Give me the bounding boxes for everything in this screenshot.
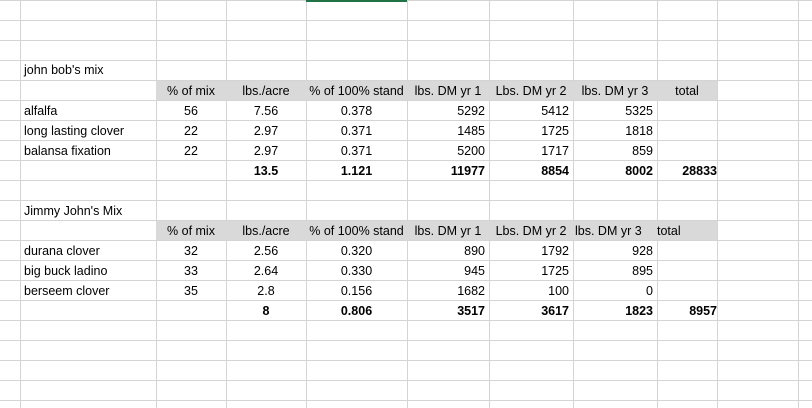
table2-row3-name[interactable]: berseem clover xyxy=(20,281,156,301)
table2-total-dm-yr3[interactable]: 1823 xyxy=(573,301,657,321)
table1-total-pct-stand[interactable]: 1.121 xyxy=(306,161,407,181)
table2-total-lbs-acre[interactable]: 8 xyxy=(226,301,306,321)
table1-row3-dm-yr1[interactable]: 5200 xyxy=(407,141,489,161)
table1-row1-name[interactable]: alfalfa xyxy=(20,101,156,121)
table2-row3-dm-yr3[interactable]: 0 xyxy=(573,281,657,301)
table1-row3-pct-stand[interactable]: 0.371 xyxy=(306,141,407,161)
table2-row1-name[interactable]: durana clover xyxy=(20,241,156,261)
selected-cell-indicator xyxy=(306,0,407,2)
table1-row3-name[interactable]: balansa fixation xyxy=(20,141,156,161)
table1-row3-pct-mix[interactable]: 22 xyxy=(156,141,226,161)
table1-header-pct-mix[interactable]: % of mix xyxy=(156,81,226,101)
table1-header-lbs-acre[interactable]: lbs./acre xyxy=(226,81,306,101)
table2-row3-lbs-acre[interactable]: 2.8 xyxy=(226,281,306,301)
table2-row2-pct-mix[interactable]: 33 xyxy=(156,261,226,281)
table2-header-dm-yr1[interactable]: lbs. DM yr 1 xyxy=(407,221,489,241)
table1-row3-lbs-acre[interactable]: 2.97 xyxy=(226,141,306,161)
table2-total-pct-stand[interactable]: 0.806 xyxy=(306,301,407,321)
table2-row1-dm-yr1[interactable]: 890 xyxy=(407,241,489,261)
table2-row2-dm-yr1[interactable]: 945 xyxy=(407,261,489,281)
table1-row1-lbs-acre[interactable]: 7.56 xyxy=(226,101,306,121)
table2-row2-pct-stand[interactable]: 0.330 xyxy=(306,261,407,281)
table2-row2-dm-yr2[interactable]: 1725 xyxy=(489,261,573,281)
table1-row2-dm-yr1[interactable]: 1485 xyxy=(407,121,489,141)
table1-row1-dm-yr3[interactable]: 5325 xyxy=(573,101,657,121)
table2-row1-dm-yr3[interactable]: 928 xyxy=(573,241,657,261)
table2-row2-lbs-acre[interactable]: 2.64 xyxy=(226,261,306,281)
table2-row1-lbs-acre[interactable]: 2.56 xyxy=(226,241,306,261)
table1-row3-dm-yr3[interactable]: 859 xyxy=(573,141,657,161)
table2-row3-pct-stand[interactable]: 0.156 xyxy=(306,281,407,301)
table1-row1-dm-yr2[interactable]: 5412 xyxy=(489,101,573,121)
table1-total-dm-yr1[interactable]: 11977 xyxy=(407,161,489,181)
table1-header-pct-stand[interactable]: % of 100% stand xyxy=(306,81,407,101)
table2-header-dm-yr3[interactable]: lbs. DM yr 3 xyxy=(573,221,657,241)
table2-row1-pct-mix[interactable]: 32 xyxy=(156,241,226,261)
table1-row3-dm-yr2[interactable]: 1717 xyxy=(489,141,573,161)
table1-row2-name[interactable]: long lasting clover xyxy=(20,121,156,141)
table1-row2-dm-yr3[interactable]: 1818 xyxy=(573,121,657,141)
table2-row1-pct-stand[interactable]: 0.320 xyxy=(306,241,407,261)
table1-row1-pct-mix[interactable]: 56 xyxy=(156,101,226,121)
table2-row3-dm-yr2[interactable]: 100 xyxy=(489,281,573,301)
table1-row2-lbs-acre[interactable]: 2.97 xyxy=(226,121,306,141)
table2-header-pct-mix[interactable]: % of mix xyxy=(156,221,226,241)
table2-row3-dm-yr1[interactable]: 1682 xyxy=(407,281,489,301)
table2-row2-name[interactable]: big buck ladino xyxy=(20,261,156,281)
table1-grand-total[interactable]: 28833 xyxy=(657,161,721,181)
table2-header-lbs-acre[interactable]: lbs./acre xyxy=(226,221,306,241)
spreadsheet-grid[interactable]: john bob's mix % of mix lbs./acre % of 1… xyxy=(0,0,812,408)
table1-row2-pct-mix[interactable]: 22 xyxy=(156,121,226,141)
table1-row2-pct-stand[interactable]: 0.371 xyxy=(306,121,407,141)
table1-row2-dm-yr2[interactable]: 1725 xyxy=(489,121,573,141)
table2-total-dm-yr2[interactable]: 3617 xyxy=(489,301,573,321)
table1-header-total[interactable]: total xyxy=(657,81,717,101)
table2-row3-pct-mix[interactable]: 35 xyxy=(156,281,226,301)
table2-title[interactable]: Jimmy John's Mix xyxy=(20,201,160,221)
table1-total-dm-yr2[interactable]: 8854 xyxy=(489,161,573,181)
table2-row2-dm-yr3[interactable]: 895 xyxy=(573,261,657,281)
table1-header-dm-yr2[interactable]: Lbs. DM yr 2 xyxy=(489,81,573,101)
table1-header-dm-yr3[interactable]: lbs. DM yr 3 xyxy=(573,81,657,101)
table1-row1-dm-yr1[interactable]: 5292 xyxy=(407,101,489,121)
table1-total-lbs-acre[interactable]: 13.5 xyxy=(226,161,306,181)
table1-title[interactable]: john bob's mix xyxy=(20,60,160,80)
table1-header-dm-yr1[interactable]: lbs. DM yr 1 xyxy=(407,81,489,101)
table1-total-dm-yr3[interactable]: 8002 xyxy=(573,161,657,181)
table2-row1-dm-yr2[interactable]: 1792 xyxy=(489,241,573,261)
table1-row1-pct-stand[interactable]: 0.378 xyxy=(306,101,407,121)
table2-grand-total[interactable]: 8957 xyxy=(657,301,721,321)
table2-header-pct-stand[interactable]: % of 100% stand xyxy=(306,221,407,241)
table2-header-dm-yr2[interactable]: Lbs. DM yr 2 xyxy=(489,221,573,241)
table2-header-total[interactable]: total xyxy=(654,221,714,241)
table2-total-dm-yr1[interactable]: 3517 xyxy=(407,301,489,321)
